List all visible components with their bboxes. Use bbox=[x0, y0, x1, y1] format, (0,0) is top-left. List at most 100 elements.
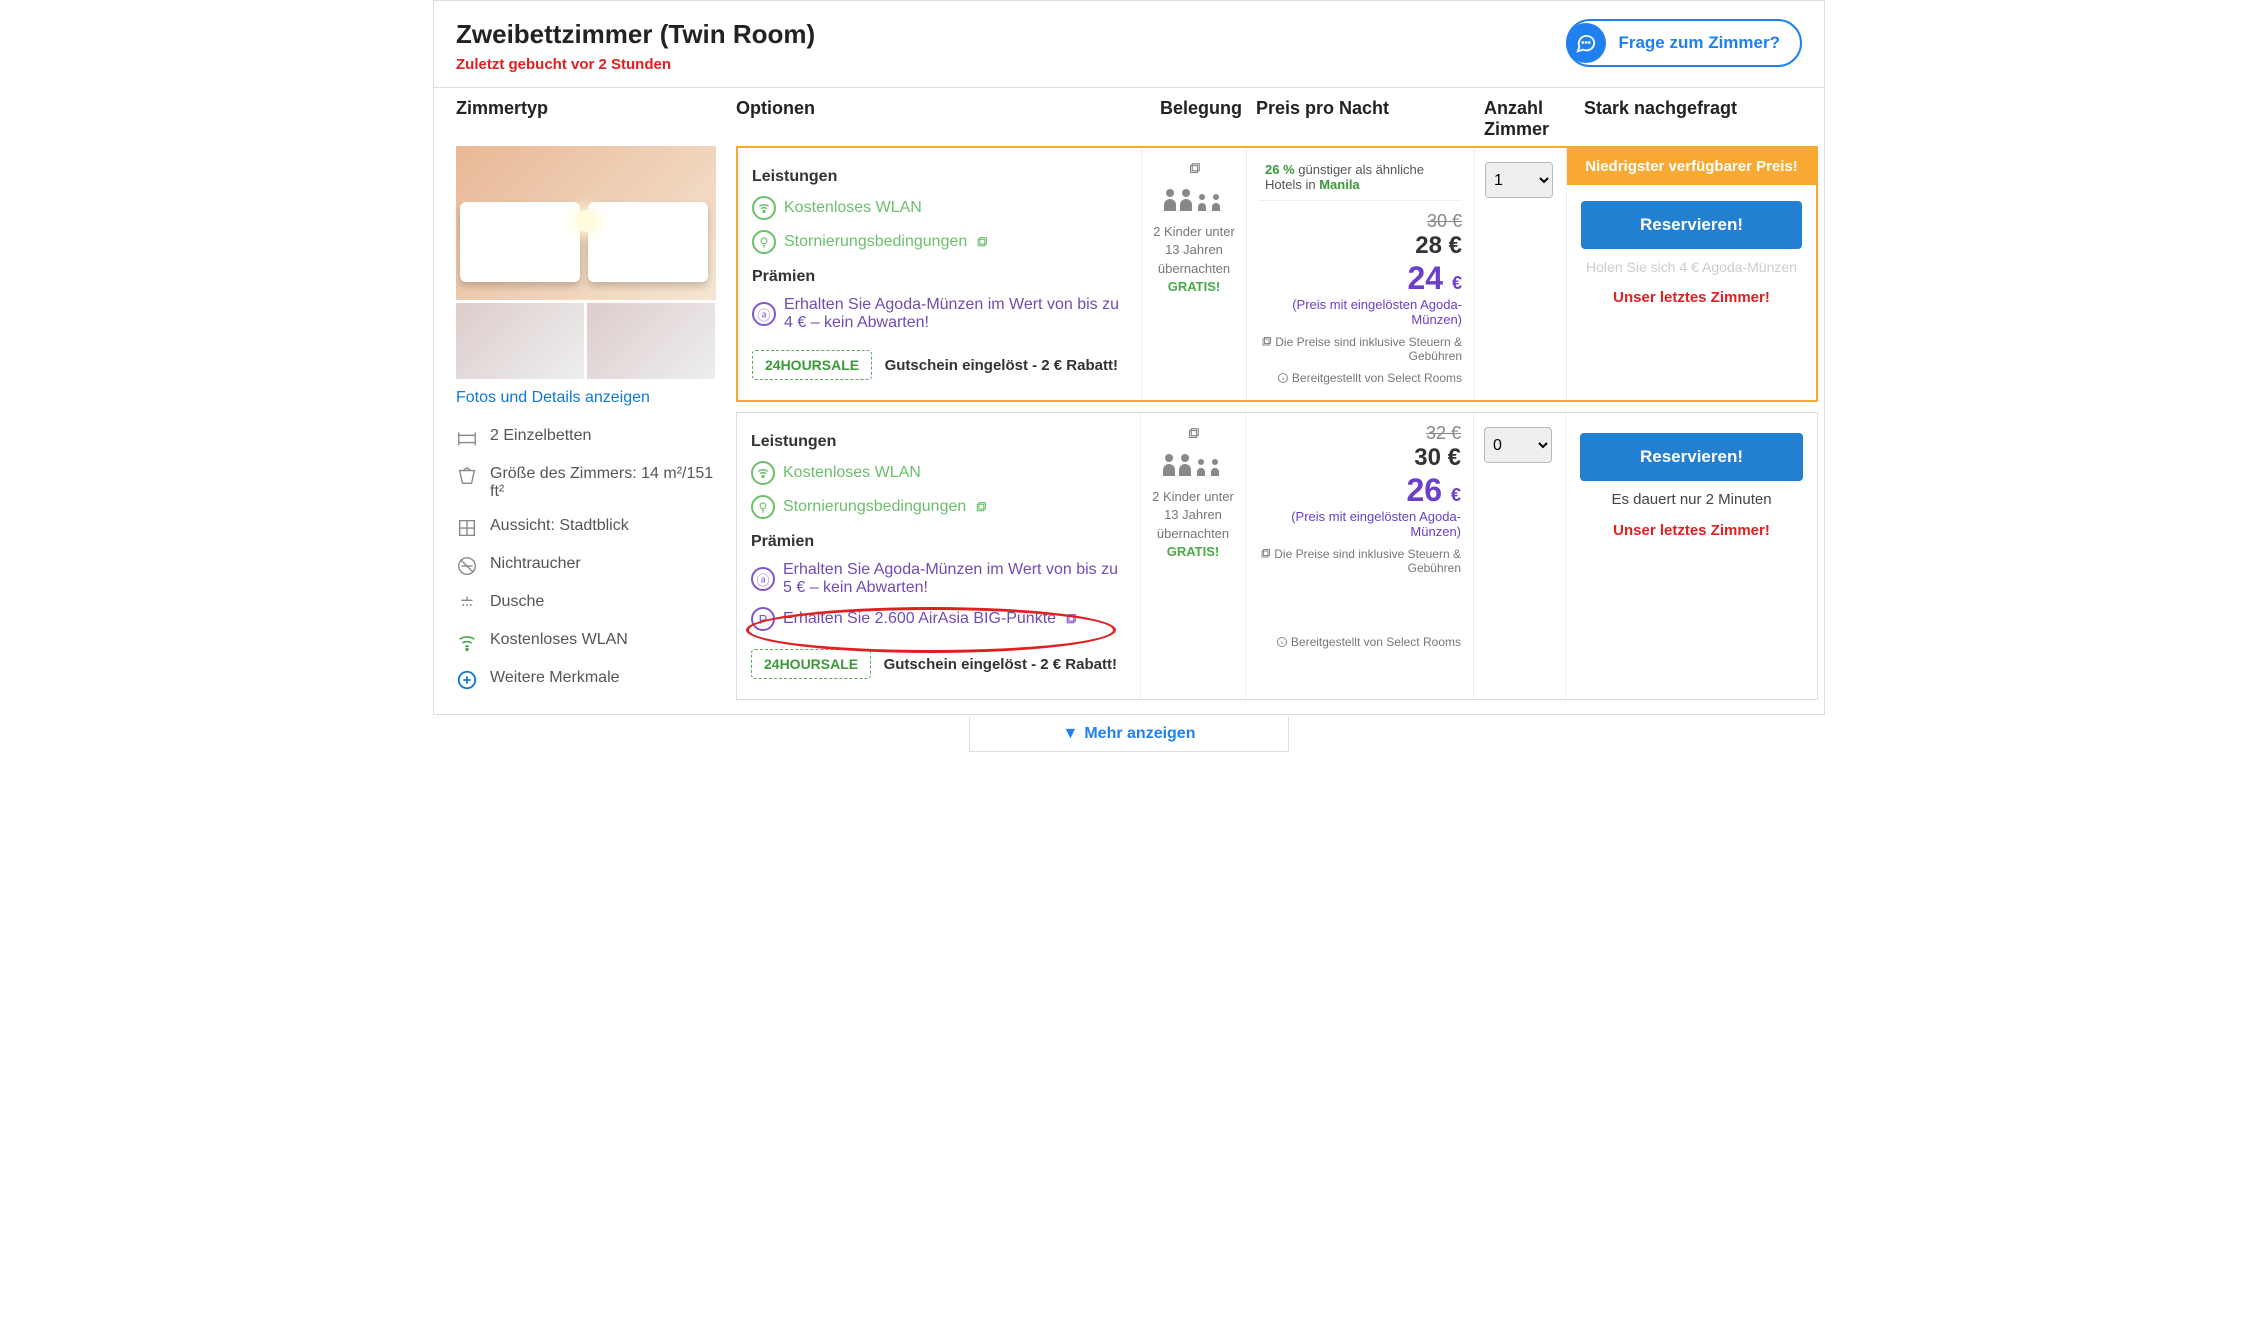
coins-hint: Holen Sie sich 4 € Agoda-Münzen bbox=[1581, 259, 1802, 275]
tax-note: Die Preise sind inklusive Steuern & Gebü… bbox=[1258, 547, 1461, 575]
amenity-nonsmoking: Nichtraucher bbox=[456, 547, 722, 585]
offer-options: Leistungen Kostenloses WLAN Stornierungs… bbox=[738, 148, 1142, 400]
offer-action: Reservieren! Es dauert nur 2 Minuten Uns… bbox=[1566, 413, 1817, 699]
offer-row: Leistungen Kostenloses WLAN Stornierungs… bbox=[736, 412, 1818, 700]
coin-price-note: (Preis mit eingelösten Agoda-Münzen) bbox=[1258, 509, 1461, 539]
last-room-note: Unser letztes Zimmer! bbox=[1581, 289, 1802, 306]
ask-room-wrap: Frage zum Zimmer? bbox=[1566, 19, 1802, 67]
ask-room-button[interactable]: Frage zum Zimmer? bbox=[1566, 19, 1802, 67]
leistungen-title: Leistungen bbox=[751, 433, 1124, 451]
room-thumb-1[interactable] bbox=[456, 303, 584, 379]
cancel-line[interactable]: Stornierungsbedingungen bbox=[752, 230, 1125, 254]
wifi-icon bbox=[752, 196, 776, 220]
gratis-text: GRATIS! bbox=[1147, 543, 1239, 561]
coin-price-note: (Preis mit eingelösten Agoda-Münzen) bbox=[1259, 297, 1462, 327]
amenity-beds: 2 Einzelbetten bbox=[456, 419, 722, 457]
gratis-text: GRATIS! bbox=[1148, 278, 1240, 296]
offer-count: 1 bbox=[1475, 148, 1567, 400]
bulb-icon bbox=[751, 495, 775, 519]
columns-header-row: Zimmertyp Optionen Belegung Preis pro Na… bbox=[434, 88, 1824, 146]
strike-price: 32 € bbox=[1258, 423, 1461, 444]
popout-icon bbox=[1148, 162, 1240, 181]
col-demand-label: Stark nachgefragt bbox=[1584, 98, 1802, 140]
praemien-title: Prämien bbox=[752, 268, 1125, 286]
people-icon bbox=[1148, 187, 1240, 219]
coupon-badge: 24HOURSALE bbox=[751, 649, 871, 679]
view-icon bbox=[456, 517, 478, 539]
offer-count: 0 bbox=[1474, 413, 1566, 699]
offers-column: Leistungen Kostenloses WLAN Stornierungs… bbox=[736, 146, 1818, 710]
bulb-icon bbox=[752, 230, 776, 254]
wifi-icon bbox=[751, 461, 775, 485]
offer-options: Leistungen Kostenloses WLAN Stornierungs… bbox=[737, 413, 1141, 699]
panel-header: Zweibettzimmer (Twin Room) Zuletzt gebuc… bbox=[434, 1, 1824, 88]
provider-note: Bereitgestellt von Select Rooms bbox=[1259, 371, 1462, 385]
leistungen-title: Leistungen bbox=[752, 168, 1125, 186]
agoda-coin-icon: ⓐ bbox=[751, 567, 775, 591]
photos-details-link[interactable]: Fotos und Details anzeigen bbox=[456, 389, 722, 407]
coupon-text: Gutschein eingelöst - 2 € Rabatt! bbox=[885, 357, 1118, 374]
room-count-select[interactable]: 0 bbox=[1484, 427, 1552, 463]
coins-line[interactable]: ⓐ Erhalten Sie Agoda-Münzen im Wert von … bbox=[752, 296, 1125, 332]
offer-price: 26 % günstiger als ähnliche Hotels in Ma… bbox=[1247, 148, 1475, 400]
col-type-label: Zimmertyp bbox=[456, 98, 736, 140]
room-panel: Zweibettzimmer (Twin Room) Zuletzt gebuc… bbox=[433, 0, 1825, 715]
shown-price: 30 € bbox=[1258, 444, 1461, 472]
room-thumb-2[interactable] bbox=[587, 303, 715, 379]
coins-line[interactable]: ⓐ Erhalten Sie Agoda-Münzen im Wert von … bbox=[751, 561, 1124, 597]
points-line[interactable]: P Erhalten Sie 2.600 AirAsia BIG-Punkte bbox=[751, 607, 1124, 631]
amenity-wifi: Kostenloses WLAN bbox=[456, 623, 722, 661]
reserve-button[interactable]: Reservieren! bbox=[1581, 201, 1802, 249]
provider-note: Bereitgestellt von Select Rooms bbox=[1258, 635, 1461, 649]
wifi-icon bbox=[456, 631, 478, 653]
strike-price: 30 € bbox=[1259, 211, 1462, 232]
nonsmoking-icon bbox=[456, 555, 478, 577]
amenity-shower: Dusche bbox=[456, 585, 722, 623]
reserve-button[interactable]: Reservieren! bbox=[1580, 433, 1803, 481]
col-count-label: Anzahl Zimmer bbox=[1484, 98, 1584, 140]
big-price: 26 € bbox=[1258, 472, 1461, 509]
coupon-text: Gutschein eingelöst - 2 € Rabatt! bbox=[884, 656, 1117, 673]
cancel-line[interactable]: Stornierungsbedingungen bbox=[751, 495, 1124, 519]
amenity-view: Aussicht: Stadtblick bbox=[456, 509, 722, 547]
cheaper-ribbon: 26 % günstiger als ähnliche Hotels in Ma… bbox=[1259, 158, 1462, 201]
popout-icon bbox=[1147, 427, 1239, 446]
people-icon bbox=[1147, 452, 1239, 484]
wifi-line[interactable]: Kostenloses WLAN bbox=[752, 196, 1125, 220]
last-room-note: Unser letztes Zimmer! bbox=[1580, 522, 1803, 539]
shower-icon bbox=[456, 593, 478, 615]
col-options-label: Optionen bbox=[736, 98, 1146, 140]
show-more-bar[interactable]: ▼Mehr anzeigen bbox=[969, 717, 1289, 752]
points-icon: P bbox=[751, 607, 775, 631]
offer-row: Leistungen Kostenloses WLAN Stornierungs… bbox=[736, 146, 1818, 402]
tax-note: Die Preise sind inklusive Steuern & Gebü… bbox=[1259, 335, 1462, 363]
popout-icon bbox=[974, 501, 987, 514]
last-booked-note: Zuletzt gebucht vor 2 Stunden bbox=[456, 56, 815, 73]
occupancy-text: 2 Kinder unter 13 Jahren übernachten bbox=[1147, 488, 1239, 543]
big-price: 24 € bbox=[1259, 260, 1462, 297]
occupancy-text: 2 Kinder unter 13 Jahren übernachten bbox=[1148, 223, 1240, 278]
duration-hint: Es dauert nur 2 Minuten bbox=[1580, 491, 1803, 508]
popout-icon bbox=[975, 236, 988, 249]
wifi-line[interactable]: Kostenloses WLAN bbox=[751, 461, 1124, 485]
amenity-size: Größe des Zimmers: 14 m²/151 ft² bbox=[456, 457, 722, 509]
offer-occupancy[interactable]: 2 Kinder unter 13 Jahren übernachten GRA… bbox=[1141, 413, 1246, 699]
col-occupancy-label: Belegung bbox=[1146, 98, 1256, 140]
plus-icon bbox=[456, 669, 478, 691]
offer-action: Niedrigster verfügbarer Preis! Reservier… bbox=[1567, 148, 1816, 400]
size-icon bbox=[456, 465, 478, 487]
more-features-link[interactable]: Weitere Merkmale bbox=[456, 661, 722, 699]
popout-icon bbox=[1064, 613, 1077, 626]
room-main-image[interactable] bbox=[456, 146, 716, 300]
room-count-select[interactable]: 1 bbox=[1485, 162, 1553, 198]
praemien-title: Prämien bbox=[751, 533, 1124, 551]
offer-occupancy[interactable]: 2 Kinder unter 13 Jahren übernachten GRA… bbox=[1142, 148, 1247, 400]
agoda-coin-icon: ⓐ bbox=[752, 302, 776, 326]
offer-price: 32 € 30 € 26 € (Preis mit eingelösten Ag… bbox=[1246, 413, 1474, 699]
room-title: Zweibettzimmer (Twin Room) bbox=[456, 19, 815, 50]
caret-down-icon: ▼ bbox=[1063, 725, 1079, 742]
shown-price: 28 € bbox=[1259, 232, 1462, 260]
lowest-price-banner: Niedrigster verfügbarer Preis! bbox=[1567, 148, 1816, 185]
coupon-badge: 24HOURSALE bbox=[752, 350, 872, 380]
bed-icon bbox=[456, 427, 478, 449]
